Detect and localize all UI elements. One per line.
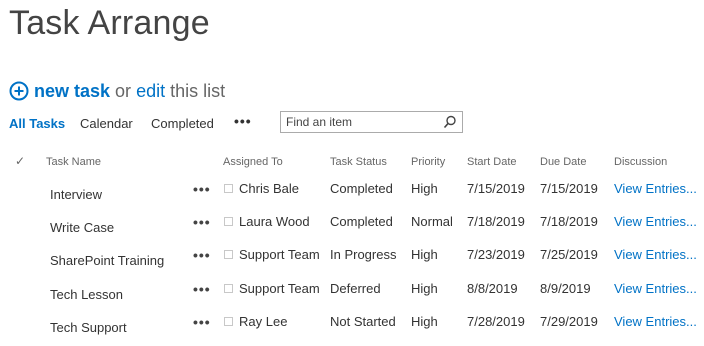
discussion-link[interactable]: View Entries...: [614, 214, 697, 229]
discussion-link[interactable]: View Entries...: [614, 247, 697, 262]
due-date: 7/25/2019: [540, 247, 598, 262]
column-header-task-status[interactable]: Task Status: [330, 156, 387, 168]
task-status: Completed: [330, 214, 393, 229]
presence-icon: [224, 217, 233, 226]
column-header-task-name[interactable]: Task Name: [46, 156, 101, 168]
table-row[interactable]: SharePoint Training ••• Support Team In …: [0, 243, 704, 276]
item-menu-button[interactable]: •••: [193, 247, 211, 263]
search-input[interactable]: [286, 115, 436, 129]
priority: High: [411, 281, 438, 296]
item-menu-button[interactable]: •••: [193, 314, 211, 330]
item-menu-button[interactable]: •••: [193, 214, 211, 230]
assigned-to-name[interactable]: Support Team: [239, 281, 320, 296]
search-icon[interactable]: [443, 115, 457, 129]
column-header-start-date[interactable]: Start Date: [467, 156, 517, 168]
assigned-to-name[interactable]: Support Team: [239, 247, 320, 262]
presence-icon: [224, 184, 233, 193]
more-views-button[interactable]: •••: [234, 113, 252, 129]
table-row[interactable]: Write Case ••• Laura Wood Completed Norm…: [0, 210, 704, 243]
due-date: 7/18/2019: [540, 214, 598, 229]
column-header-assigned-to[interactable]: Assigned To: [223, 156, 283, 168]
start-date: 7/18/2019: [467, 214, 525, 229]
due-date: 7/15/2019: [540, 181, 598, 196]
start-date: 8/8/2019: [467, 281, 518, 296]
select-all-check-icon[interactable]: ✓: [15, 154, 25, 168]
view-calendar[interactable]: Calendar: [80, 116, 133, 131]
due-date: 7/29/2019: [540, 314, 598, 329]
task-status: Deferred: [330, 281, 381, 296]
search-box[interactable]: [280, 111, 463, 133]
assigned-to-cell: Chris Bale: [224, 181, 299, 196]
discussion-link[interactable]: View Entries...: [614, 281, 697, 296]
assigned-to-cell: Laura Wood: [224, 214, 310, 229]
task-status: Completed: [330, 181, 393, 196]
new-task-bar: new task or edit this list: [9, 79, 225, 103]
assigned-to-name[interactable]: Chris Bale: [239, 181, 299, 196]
task-name-link[interactable]: Write Case: [50, 220, 114, 235]
due-date: 8/9/2019: [540, 281, 591, 296]
table-row[interactable]: Tech Support ••• Ray Lee Not Started Hig…: [0, 310, 704, 343]
column-header-due-date[interactable]: Due Date: [540, 156, 586, 168]
task-status: Not Started: [330, 314, 396, 329]
item-menu-button[interactable]: •••: [193, 281, 211, 297]
view-completed[interactable]: Completed: [151, 116, 214, 131]
assigned-to-name[interactable]: Laura Wood: [239, 214, 310, 229]
priority: High: [411, 181, 438, 196]
priority: Normal: [411, 214, 453, 229]
start-date: 7/28/2019: [467, 314, 525, 329]
table-row[interactable]: Tech Lesson ••• Support Team Deferred Hi…: [0, 277, 704, 310]
start-date: 7/23/2019: [467, 247, 525, 262]
page-title: Task Arrange: [9, 4, 210, 42]
presence-icon: [224, 317, 233, 326]
task-name-link[interactable]: SharePoint Training: [50, 253, 164, 268]
priority: High: [411, 247, 438, 262]
table-row[interactable]: Interview ••• Chris Bale Completed High …: [0, 177, 704, 210]
edit-link[interactable]: edit: [136, 81, 165, 102]
or-text: or: [115, 80, 132, 101]
assigned-to-cell: Ray Lee: [224, 314, 287, 329]
task-name-link[interactable]: Tech Support: [50, 320, 127, 335]
assigned-to-cell: Support Team: [224, 281, 320, 296]
this-list-text: this list: [170, 80, 226, 101]
view-all-tasks[interactable]: All Tasks: [9, 116, 65, 131]
discussion-link[interactable]: View Entries...: [614, 314, 697, 329]
start-date: 7/15/2019: [467, 181, 525, 196]
task-name-link[interactable]: Tech Lesson: [50, 287, 123, 302]
assigned-to-name[interactable]: Ray Lee: [239, 314, 287, 329]
priority: High: [411, 314, 438, 329]
task-status: In Progress: [330, 247, 397, 262]
column-header-discussion[interactable]: Discussion: [614, 156, 667, 168]
task-name-link[interactable]: Interview: [50, 187, 102, 202]
presence-icon: [224, 250, 233, 259]
plus-circle-icon[interactable]: [9, 81, 29, 101]
discussion-link[interactable]: View Entries...: [614, 181, 697, 196]
item-menu-button[interactable]: •••: [193, 181, 211, 197]
new-task-link[interactable]: new task: [34, 81, 110, 102]
column-header-priority[interactable]: Priority: [411, 156, 445, 168]
presence-icon: [224, 284, 233, 293]
assigned-to-cell: Support Team: [224, 247, 320, 262]
